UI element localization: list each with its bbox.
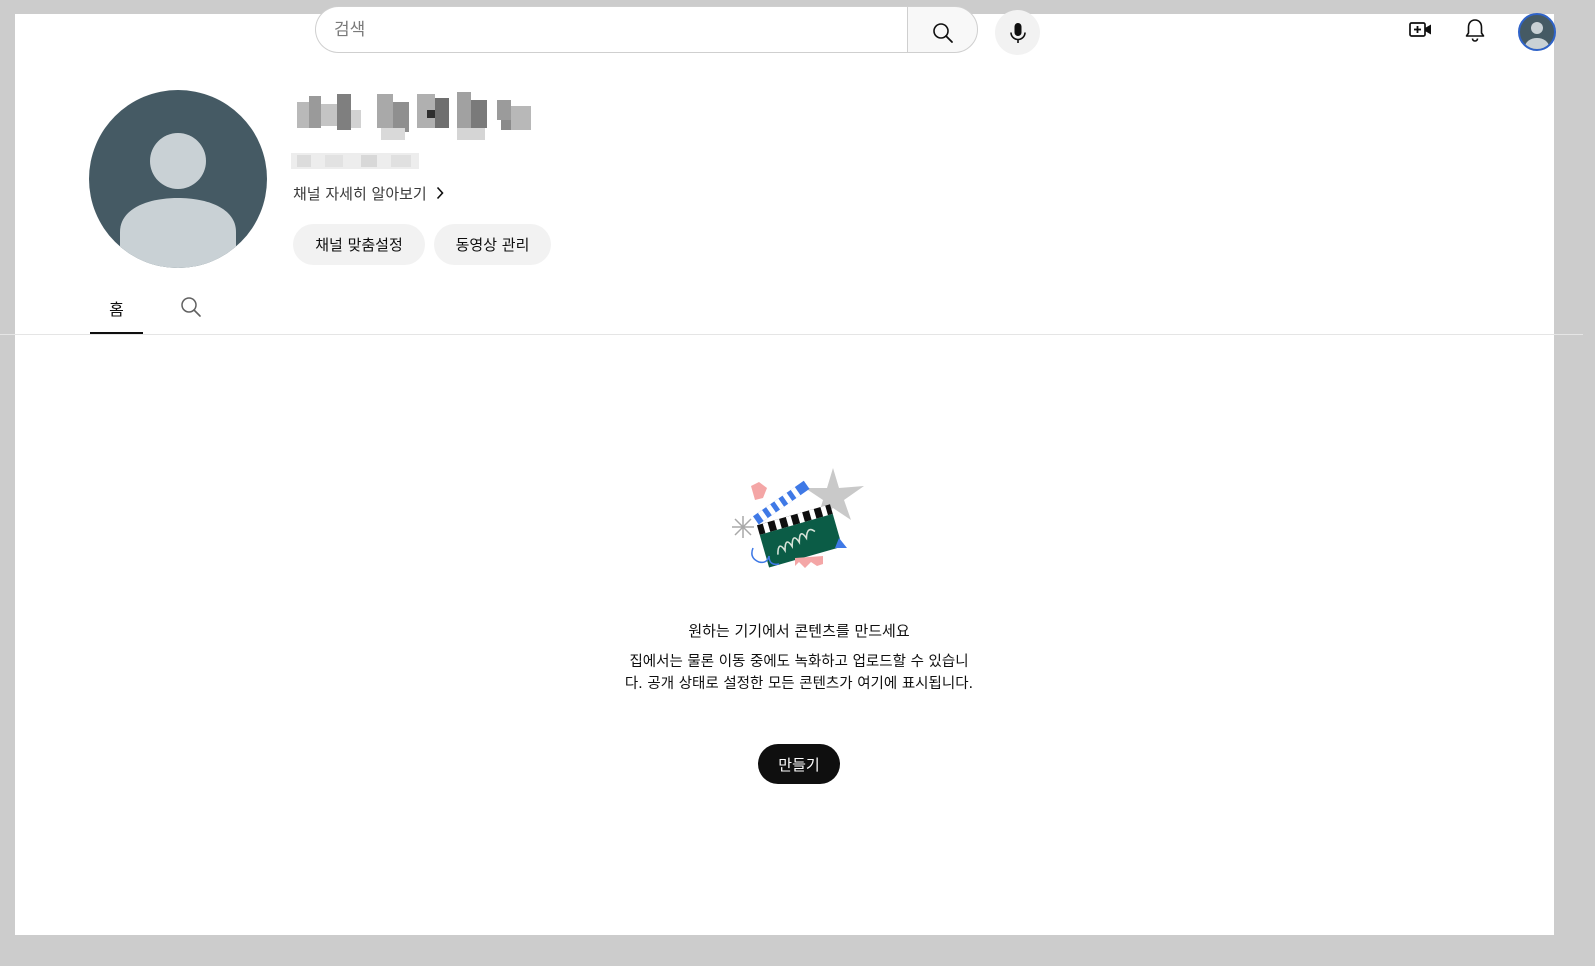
- channel-name-redacted: [297, 92, 531, 140]
- bell-icon: [1463, 17, 1487, 47]
- account-avatar[interactable]: [1518, 13, 1556, 51]
- avatar: [1525, 22, 1549, 49]
- channel-about-label: 채널 자세히 알아보기: [293, 184, 427, 203]
- page: 채널 자세히 알아보기 채널 맞춤설정 동영상 관리 홈: [0, 6, 1583, 935]
- tab-search[interactable]: [178, 296, 204, 322]
- channel-avatar[interactable]: [89, 90, 267, 268]
- search-icon: [931, 21, 955, 49]
- customize-channel-button[interactable]: 채널 맞춤설정: [293, 224, 425, 265]
- tab-home[interactable]: 홈: [90, 292, 143, 334]
- empty-state-description: 집에서는 물론 이동 중에도 녹화하고 업로드할 수 있습니다. 공개 상태로 …: [624, 654, 974, 692]
- voice-search-button[interactable]: [995, 10, 1040, 55]
- tab-home-label: 홈: [109, 300, 124, 319]
- tabs-divider: [0, 334, 1583, 335]
- search-button[interactable]: [907, 6, 978, 53]
- video-create-icon: [1408, 19, 1434, 45]
- channel-about-link[interactable]: 채널 자세히 알아보기: [293, 182, 445, 204]
- clapperboard-illustration: [732, 468, 864, 568]
- manage-videos-button[interactable]: 동영상 관리: [434, 224, 551, 265]
- microphone-icon: [1007, 21, 1029, 49]
- empty-state-title: 원하는 기기에서 콘텐츠를 만드세요: [688, 622, 910, 640]
- channel-handle-redacted: [291, 153, 419, 169]
- search-input[interactable]: [334, 17, 854, 43]
- default-profile-icon: [120, 133, 236, 268]
- search-box[interactable]: [315, 6, 907, 53]
- chevron-right-icon: [435, 186, 445, 200]
- search-icon: [179, 295, 203, 323]
- create-video-button[interactable]: [1407, 18, 1435, 46]
- notifications-button[interactable]: [1461, 18, 1489, 46]
- create-button[interactable]: 만들기: [758, 744, 840, 784]
